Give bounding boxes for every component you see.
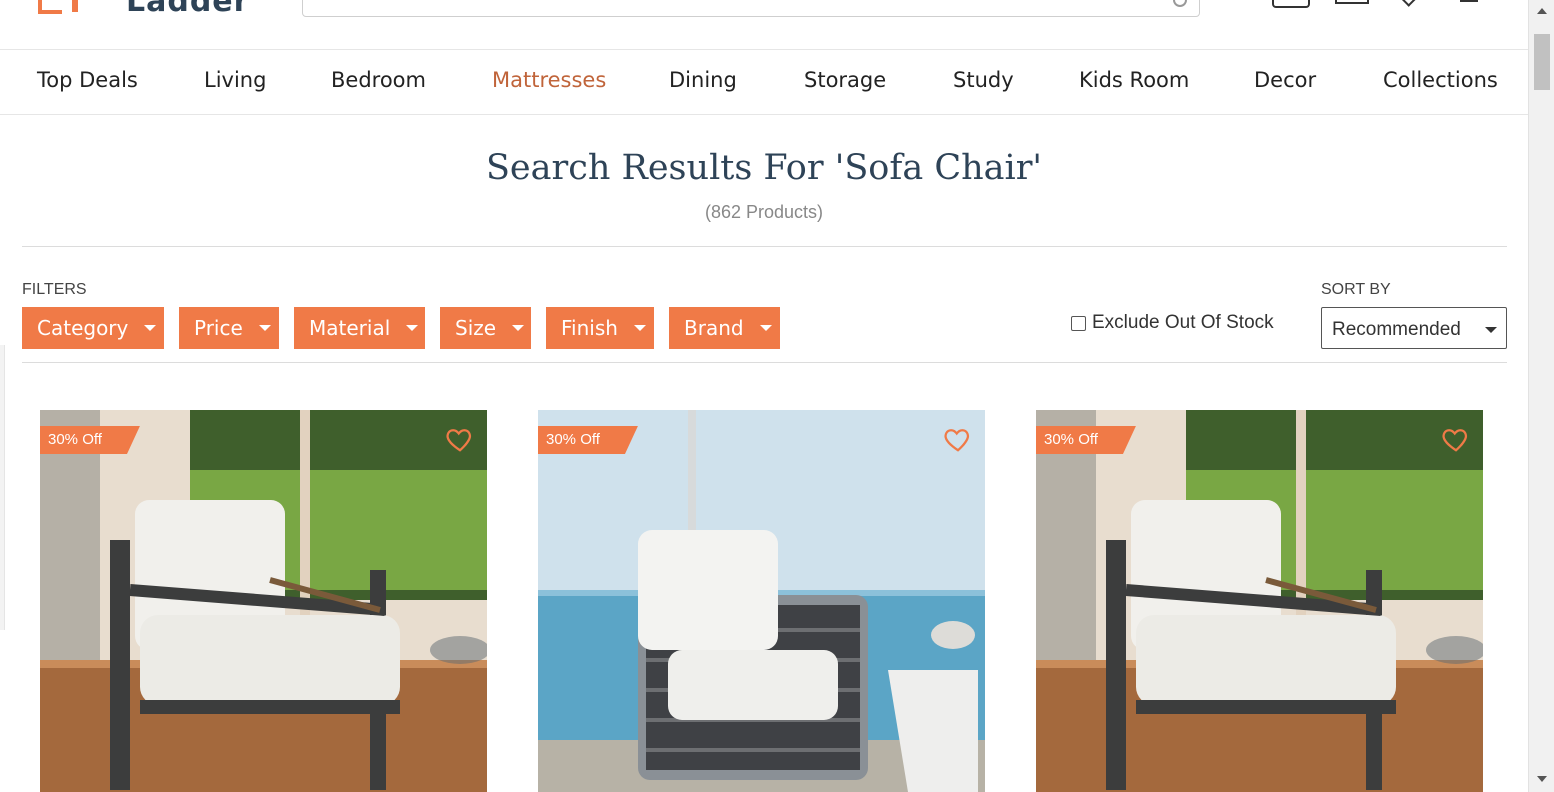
divider (22, 362, 1507, 363)
nav-item-decor[interactable]: Decor (1254, 68, 1316, 92)
filter-label: Price (194, 316, 243, 340)
filter-size-button[interactable]: Size (440, 307, 531, 349)
nav-item-study[interactable]: Study (953, 68, 1014, 92)
logo-text[interactable]: Ladder (126, 0, 249, 19)
nav-item-kids-room[interactable]: Kids Room (1079, 68, 1189, 92)
filter-category-button[interactable]: Category (22, 307, 164, 349)
nav-item-dining[interactable]: Dining (669, 68, 737, 92)
logo-mark-bar (72, 0, 78, 12)
wishlist-icon[interactable] (1400, 0, 1416, 7)
filter-material-button[interactable]: Material (294, 307, 425, 349)
chevron-down-icon (1485, 327, 1497, 333)
chevron-down-icon (512, 325, 525, 331)
discount-badge: 30% Off (40, 426, 140, 454)
side-drawer-edge[interactable] (0, 345, 5, 630)
discount-badge: 30% Off (1036, 426, 1136, 454)
divider (22, 246, 1507, 247)
nav-item-collections[interactable]: Collections (1383, 68, 1498, 92)
heart-icon[interactable] (445, 424, 475, 454)
filter-label: Category (37, 316, 129, 340)
chevron-down-icon (406, 325, 419, 331)
search-input[interactable] (302, 0, 1200, 17)
nav-item-top-deals[interactable]: Top Deals (37, 68, 138, 92)
heart-icon[interactable] (943, 424, 973, 454)
product-image-sea-chair[interactable] (538, 410, 985, 792)
scroll-thumb[interactable] (1534, 34, 1550, 90)
sort-select[interactable]: Recommended (1321, 307, 1507, 349)
product-image-garden-chair[interactable] (1036, 410, 1483, 792)
chevron-down-icon (759, 325, 772, 331)
sort-selected-value: Recommended (1332, 319, 1461, 340)
discount-badge: 30% Off (538, 426, 638, 454)
category-nav: Top Deals Living Bedroom Mattresses Dini… (0, 50, 1528, 115)
filters-label: FILTERS (22, 281, 87, 298)
scroll-up-icon[interactable] (1537, 8, 1547, 14)
filter-brand-button[interactable]: Brand (669, 307, 780, 349)
product-card[interactable]: 30% Off (40, 410, 487, 792)
product-count: (862 Products) (704, 202, 824, 222)
filter-label: Material (309, 316, 391, 340)
chevron-down-icon (144, 325, 157, 331)
heart-icon[interactable] (1441, 424, 1471, 454)
truck-icon[interactable] (1272, 0, 1310, 8)
filter-label: Brand (684, 316, 744, 340)
chevron-down-icon (633, 325, 646, 331)
nav-item-storage[interactable]: Storage (804, 68, 886, 92)
nav-item-bedroom[interactable]: Bedroom (331, 68, 426, 92)
sort-by-label: SORT BY (1321, 281, 1391, 298)
product-image-garden-chair[interactable] (40, 410, 487, 792)
product-card[interactable]: 30% Off (1036, 410, 1483, 792)
logo-mark[interactable] (38, 0, 62, 14)
nav-item-mattresses[interactable]: Mattresses (492, 68, 606, 92)
search-icon[interactable] (1173, 0, 1187, 7)
exclude-out-of-stock[interactable]: Exclude Out Of Stock (1071, 312, 1274, 334)
profile-icon[interactable] (1335, 0, 1369, 4)
nav-item-living[interactable]: Living (204, 68, 266, 92)
filter-price-button[interactable]: Price (179, 307, 279, 349)
exclude-checkbox[interactable] (1071, 315, 1086, 331)
chevron-down-icon (258, 325, 271, 331)
exclude-label[interactable]: Exclude Out Of Stock (1092, 312, 1274, 334)
filter-finish-button[interactable]: Finish (546, 307, 654, 349)
vertical-scrollbar[interactable] (1528, 0, 1554, 792)
filter-label: Size (455, 316, 497, 340)
filter-label: Finish (561, 316, 618, 340)
cart-icon[interactable] (1460, 0, 1478, 2)
scroll-down-icon[interactable] (1537, 776, 1547, 782)
product-card[interactable]: 30% Off (538, 410, 985, 792)
page-title: Search Results For 'Sofa Chair' (485, 148, 1043, 188)
site-header: Ladder (0, 0, 1528, 50)
